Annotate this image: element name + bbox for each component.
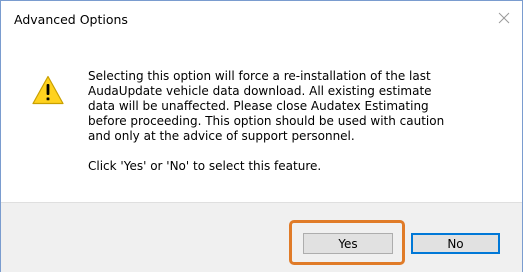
message-prompt: Click 'Yes' or 'No' to select this featu…	[88, 159, 322, 173]
close-button[interactable]	[486, 1, 522, 35]
window-title: Advanced Options	[14, 12, 128, 27]
dialog-content: Selecting this option will force a re-in…	[1, 35, 522, 202]
message-body: Selecting this option will force a re-in…	[88, 69, 445, 143]
close-icon	[498, 12, 510, 24]
yes-button[interactable]: Yes	[303, 233, 393, 254]
title-bar: Advanced Options	[1, 1, 522, 35]
button-bar: Yes No	[1, 202, 522, 272]
no-button[interactable]: No	[411, 233, 500, 254]
advanced-options-dialog: Advanced Options Selecting this option w…	[0, 0, 523, 272]
message-text: Selecting this option will force a re-in…	[88, 69, 508, 174]
warning-icon	[32, 75, 64, 105]
